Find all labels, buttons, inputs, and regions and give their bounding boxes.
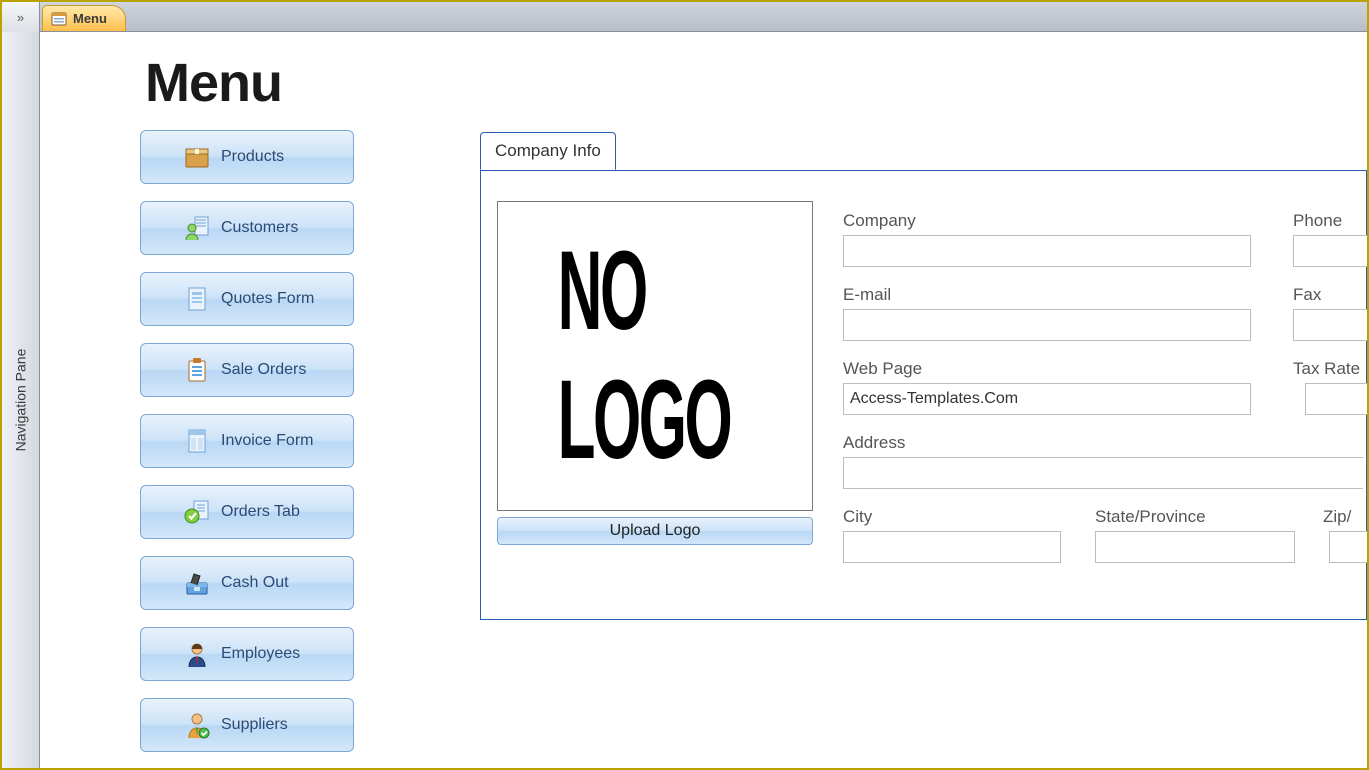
document-tab-strip: Menu bbox=[2, 2, 1367, 32]
menu-button-products[interactable]: Products bbox=[140, 130, 354, 184]
employee-icon bbox=[183, 640, 211, 668]
menu-button-customers[interactable]: Customers bbox=[140, 201, 354, 255]
doc-icon bbox=[183, 285, 211, 313]
label-taxrate: Tax Rate bbox=[1293, 359, 1360, 379]
label-city: City bbox=[843, 507, 872, 527]
logo-placeholder-text: NO LOGO bbox=[558, 227, 753, 485]
navigation-pane-label: Navigation Pane bbox=[13, 349, 29, 452]
menu-button-label: Customers bbox=[221, 219, 298, 237]
address-field[interactable] bbox=[843, 457, 1363, 489]
phone-field[interactable] bbox=[1293, 235, 1367, 267]
expand-nav-button[interactable]: » bbox=[2, 2, 40, 32]
form-icon bbox=[51, 11, 67, 27]
menu-button-label: Employees bbox=[221, 645, 300, 663]
label-state: State/Province bbox=[1095, 507, 1206, 527]
company-info-body: NO LOGO Upload Logo Company E-mail Web P… bbox=[480, 170, 1367, 620]
box-icon bbox=[183, 143, 211, 171]
menu-button-label: Products bbox=[221, 148, 284, 166]
menu-button-label: Suppliers bbox=[221, 716, 288, 734]
company-info-panel: Company Info NO LOGO Upload Logo Company… bbox=[480, 132, 1367, 622]
chevron-right-icon: » bbox=[17, 10, 24, 25]
label-email: E-mail bbox=[843, 285, 891, 305]
menu-button-quotes[interactable]: Quotes Form bbox=[140, 272, 354, 326]
check-icon bbox=[183, 498, 211, 526]
cashbox-icon bbox=[183, 569, 211, 597]
tab-label: Menu bbox=[73, 11, 107, 26]
menu-button-orders-tab[interactable]: Orders Tab bbox=[140, 485, 354, 539]
label-webpage: Web Page bbox=[843, 359, 922, 379]
menu-button-label: Invoice Form bbox=[221, 432, 313, 450]
label-fax: Fax bbox=[1293, 285, 1321, 305]
menu-button-column: Products Customers Quotes Form Sale Orde… bbox=[140, 130, 354, 752]
logo-preview: NO LOGO bbox=[497, 201, 813, 511]
menu-button-label: Quotes Form bbox=[221, 290, 314, 308]
menu-button-sale-orders[interactable]: Sale Orders bbox=[140, 343, 354, 397]
label-phone: Phone bbox=[1293, 211, 1342, 231]
page-title: Menu bbox=[145, 52, 1367, 114]
supplier-icon bbox=[183, 711, 211, 739]
menu-button-label: Sale Orders bbox=[221, 361, 306, 379]
webpage-field[interactable] bbox=[843, 383, 1251, 415]
form-surface: Menu Products Customers Quotes Form Sa bbox=[40, 32, 1367, 768]
menu-button-cash-out[interactable]: Cash Out bbox=[140, 556, 354, 610]
menu-button-employees[interactable]: Employees bbox=[140, 627, 354, 681]
tab-company-info[interactable]: Company Info bbox=[480, 132, 616, 170]
menu-button-label: Orders Tab bbox=[221, 503, 300, 521]
invoice-icon bbox=[183, 427, 211, 455]
navigation-pane-collapsed[interactable]: Navigation Pane bbox=[2, 32, 40, 768]
clipboard-icon bbox=[183, 356, 211, 384]
city-field[interactable] bbox=[843, 531, 1061, 563]
taxrate-field[interactable] bbox=[1305, 383, 1367, 415]
email-field[interactable] bbox=[843, 309, 1251, 341]
label-zip: Zip/ bbox=[1323, 507, 1351, 527]
upload-logo-button[interactable]: Upload Logo bbox=[497, 517, 813, 545]
menu-button-suppliers[interactable]: Suppliers bbox=[140, 698, 354, 752]
fax-field[interactable] bbox=[1293, 309, 1367, 341]
state-field[interactable] bbox=[1095, 531, 1295, 563]
label-company: Company bbox=[843, 211, 916, 231]
company-field[interactable] bbox=[843, 235, 1251, 267]
label-address: Address bbox=[843, 433, 905, 453]
menu-button-label: Cash Out bbox=[221, 574, 289, 592]
menu-button-invoice[interactable]: Invoice Form bbox=[140, 414, 354, 468]
tab-menu[interactable]: Menu bbox=[42, 5, 126, 31]
zip-field[interactable] bbox=[1329, 531, 1367, 563]
person-icon bbox=[183, 214, 211, 242]
